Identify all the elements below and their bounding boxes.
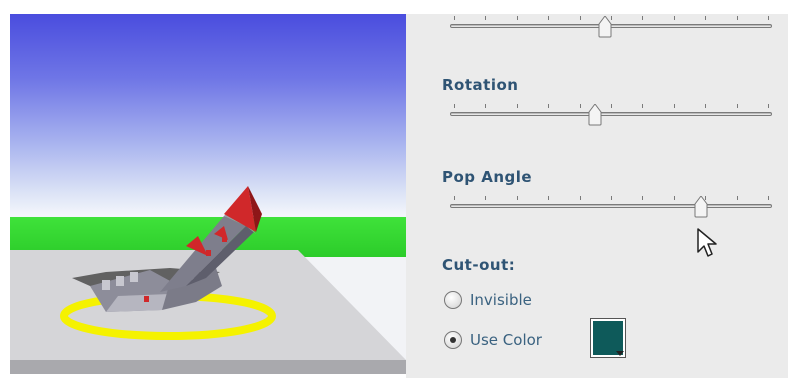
pointer-cursor-icon	[697, 228, 717, 257]
app-frame: Rotation Pop Angle Cut-out: Invisible Us…	[0, 0, 805, 378]
slider-tick	[611, 104, 612, 108]
window-2	[222, 236, 227, 242]
slider-tick	[673, 104, 675, 108]
rotation-slider-track[interactable]	[450, 112, 772, 116]
slider-tick	[705, 104, 707, 108]
table-edge	[10, 360, 406, 374]
radio-use-color-row[interactable]: Use Color	[444, 329, 542, 351]
slider-tick	[642, 104, 644, 108]
slider-tick	[485, 104, 487, 108]
slider-tick	[485, 16, 487, 20]
slider-tick	[736, 16, 738, 20]
window-3	[144, 296, 149, 302]
slider-tick	[768, 104, 769, 108]
radio-invisible[interactable]	[444, 291, 462, 309]
slider-tick	[642, 196, 644, 200]
rotation-slider-ticks	[450, 102, 772, 110]
top-slider-thumb[interactable]	[595, 16, 615, 38]
cutout-color-fill	[593, 321, 624, 356]
radio-use-color[interactable]	[444, 331, 462, 349]
slider-tick	[548, 16, 550, 20]
pop-angle-slider-ticks	[450, 194, 772, 202]
slider-tick	[454, 16, 455, 20]
slider-tick	[579, 16, 581, 20]
pop-angle-slider[interactable]	[450, 194, 772, 218]
rotation-slider-thumb[interactable]	[585, 104, 605, 126]
slider-tick	[736, 104, 738, 108]
slider-tick	[642, 16, 644, 20]
slider-tick	[579, 196, 581, 200]
radio-invisible-row[interactable]: Invisible	[444, 289, 532, 311]
slider-tick	[611, 196, 612, 200]
slider-tick	[705, 16, 707, 20]
cutout-label: Cut-out:	[442, 256, 516, 274]
battlement-2	[116, 276, 124, 286]
slider-tick	[516, 104, 518, 108]
slider-tick	[768, 16, 769, 20]
scene-graphic	[10, 186, 406, 374]
slider-tick	[454, 196, 455, 200]
radio-use-color-label[interactable]: Use Color	[470, 331, 542, 349]
slider-tick	[516, 196, 518, 200]
slider-tick	[736, 196, 738, 200]
pop-angle-slider-track[interactable]	[450, 204, 772, 208]
pop-angle-label: Pop Angle	[442, 168, 533, 186]
rotation-label: Rotation	[442, 76, 519, 94]
slider-tick	[548, 104, 550, 108]
rotation-slider[interactable]	[450, 102, 772, 126]
cutout-color-swatch[interactable]	[590, 318, 626, 358]
slider-tick	[768, 196, 769, 200]
slider-tick	[485, 196, 487, 200]
slider-tick	[673, 16, 675, 20]
dropdown-arrow-icon	[616, 351, 624, 356]
pop-angle-slider-thumb[interactable]	[691, 196, 711, 218]
radio-invisible-label[interactable]: Invisible	[470, 291, 532, 309]
slider-tick	[579, 104, 581, 108]
window-1	[206, 250, 211, 256]
slider-tick	[548, 196, 550, 200]
slider-tick	[454, 104, 455, 108]
top-slider[interactable]	[450, 14, 772, 38]
battlement-3	[130, 272, 138, 282]
slider-tick	[516, 16, 518, 20]
3d-viewport[interactable]	[10, 14, 406, 374]
battlement-1	[102, 280, 110, 290]
slider-tick	[673, 196, 675, 200]
